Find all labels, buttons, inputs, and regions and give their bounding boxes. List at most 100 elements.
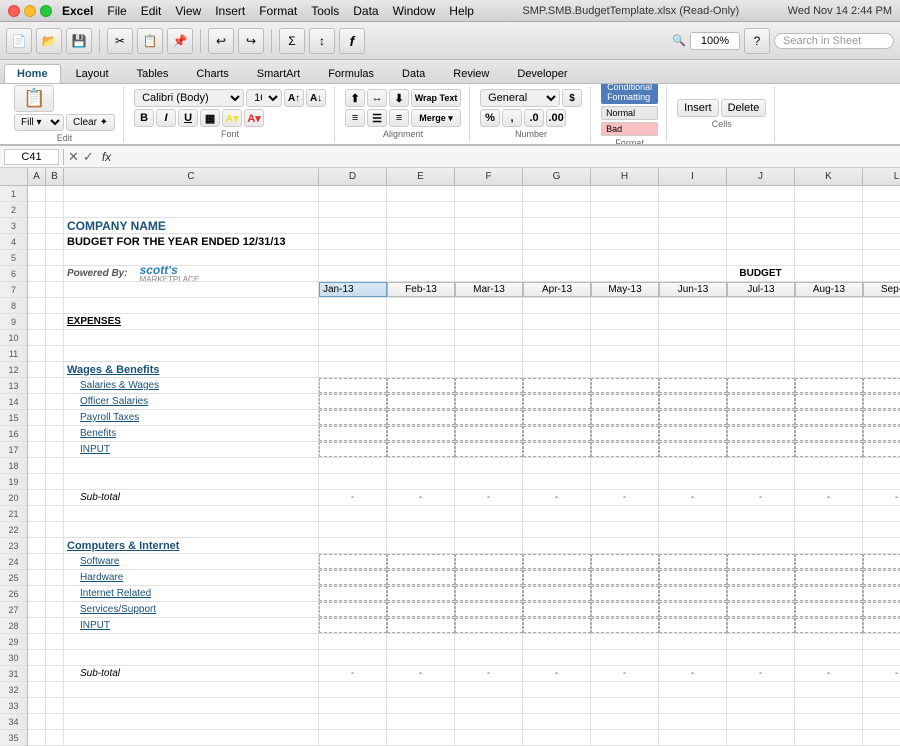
r6-e[interactable]: [387, 266, 455, 281]
r30-a[interactable]: [28, 650, 46, 665]
r22-e[interactable]: [387, 522, 455, 537]
r30-h[interactable]: [591, 650, 659, 665]
r28-i[interactable]: [659, 618, 727, 633]
r18-l[interactable]: [863, 458, 900, 473]
style-normal-button[interactable]: Normal: [601, 106, 658, 120]
r1-a[interactable]: [28, 186, 46, 201]
col-header-a[interactable]: A: [28, 168, 46, 185]
fill-color-button[interactable]: A▾: [222, 109, 242, 127]
r24-k[interactable]: [795, 554, 863, 569]
r30-e[interactable]: [387, 650, 455, 665]
r3-i[interactable]: [659, 218, 727, 233]
month-apr[interactable]: Apr-13: [523, 282, 591, 297]
tab-developer[interactable]: Developer: [504, 64, 580, 83]
r26-e[interactable]: [387, 586, 455, 601]
software-cell[interactable]: Software: [64, 554, 319, 569]
r25-f[interactable]: [455, 570, 523, 585]
r2-j[interactable]: [727, 202, 795, 217]
r13-l[interactable]: [863, 378, 900, 393]
r26-l[interactable]: [863, 586, 900, 601]
r16-g[interactable]: [523, 426, 591, 441]
r3-f[interactable]: [455, 218, 523, 233]
r15-a[interactable]: [28, 410, 46, 425]
r16-a[interactable]: [28, 426, 46, 441]
r25-k[interactable]: [795, 570, 863, 585]
r33-g[interactable]: [523, 698, 591, 713]
r35-e[interactable]: [387, 730, 455, 745]
r12-d[interactable]: [319, 362, 387, 377]
r4-d[interactable]: [319, 234, 387, 249]
font-color-button[interactable]: A▾: [244, 109, 264, 127]
r29-h[interactable]: [591, 634, 659, 649]
r17-i[interactable]: [659, 442, 727, 457]
r9-l[interactable]: [863, 314, 900, 329]
r13-g[interactable]: [523, 378, 591, 393]
r32-l[interactable]: [863, 682, 900, 697]
menu-help[interactable]: Help: [449, 4, 474, 18]
col-header-f[interactable]: F: [455, 168, 523, 185]
r30-k[interactable]: [795, 650, 863, 665]
col-header-g[interactable]: G: [523, 168, 591, 185]
r31-j-dash[interactable]: -: [727, 666, 795, 681]
input-cell-1[interactable]: INPUT: [64, 442, 319, 457]
r22-b[interactable]: [46, 522, 64, 537]
r19-b[interactable]: [46, 474, 64, 489]
menu-data[interactable]: Data: [353, 4, 378, 18]
month-jan[interactable]: Jan-13: [319, 282, 387, 297]
r25-a[interactable]: [28, 570, 46, 585]
r17-b[interactable]: [46, 442, 64, 457]
r26-d[interactable]: [319, 586, 387, 601]
r8-i[interactable]: [659, 298, 727, 313]
zoom-select[interactable]: 100%: [690, 32, 740, 50]
r13-j[interactable]: [727, 378, 795, 393]
r16-f[interactable]: [455, 426, 523, 441]
r34-d[interactable]: [319, 714, 387, 729]
menu-view[interactable]: View: [175, 4, 201, 18]
r18-g[interactable]: [523, 458, 591, 473]
r22-a[interactable]: [28, 522, 46, 537]
menu-window[interactable]: Window: [393, 4, 436, 18]
r26-h[interactable]: [591, 586, 659, 601]
r34-f[interactable]: [455, 714, 523, 729]
r32-h[interactable]: [591, 682, 659, 697]
r32-c[interactable]: [64, 682, 319, 697]
r13-d[interactable]: [319, 378, 387, 393]
r29-a[interactable]: [28, 634, 46, 649]
r26-i[interactable]: [659, 586, 727, 601]
r6-k[interactable]: [795, 266, 863, 281]
r2-l[interactable]: [863, 202, 900, 217]
r16-b[interactable]: [46, 426, 64, 441]
r7-a[interactable]: [28, 282, 46, 297]
r19-f[interactable]: [455, 474, 523, 489]
r10-h[interactable]: [591, 330, 659, 345]
r34-j[interactable]: [727, 714, 795, 729]
r20-g-dash[interactable]: -: [523, 490, 591, 505]
r15-f[interactable]: [455, 410, 523, 425]
r29-i[interactable]: [659, 634, 727, 649]
r35-d[interactable]: [319, 730, 387, 745]
r15-j[interactable]: [727, 410, 795, 425]
tab-review[interactable]: Review: [440, 64, 502, 83]
r29-c[interactable]: [64, 634, 319, 649]
r2-k[interactable]: [795, 202, 863, 217]
r9-d[interactable]: [319, 314, 387, 329]
r29-b[interactable]: [46, 634, 64, 649]
r35-i[interactable]: [659, 730, 727, 745]
r22-j[interactable]: [727, 522, 795, 537]
computers-internet-header[interactable]: Computers & Internet: [64, 538, 319, 553]
r9-f[interactable]: [455, 314, 523, 329]
r21-a[interactable]: [28, 506, 46, 521]
fill-select[interactable]: Fill ▾: [14, 114, 64, 131]
r17-k[interactable]: [795, 442, 863, 457]
r10-b[interactable]: [46, 330, 64, 345]
r13-b[interactable]: [46, 378, 64, 393]
r16-l[interactable]: [863, 426, 900, 441]
r8-j[interactable]: [727, 298, 795, 313]
r5-h[interactable]: [591, 250, 659, 265]
r33-b[interactable]: [46, 698, 64, 713]
r35-g[interactable]: [523, 730, 591, 745]
underline-button[interactable]: U: [178, 109, 198, 127]
r15-d[interactable]: [319, 410, 387, 425]
r18-d[interactable]: [319, 458, 387, 473]
r1-c[interactable]: [64, 186, 319, 201]
